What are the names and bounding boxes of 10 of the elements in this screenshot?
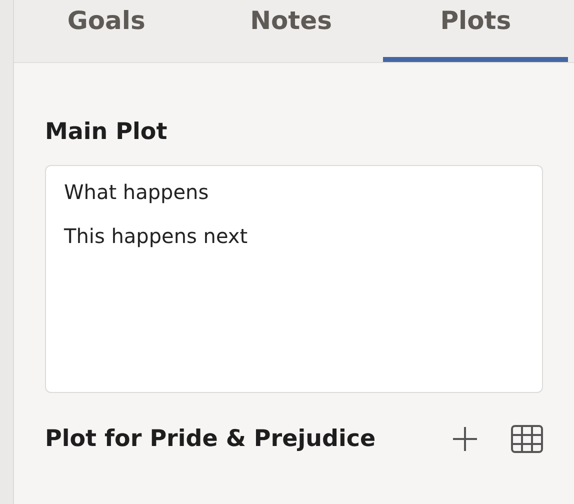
tab[interactable]: Plots (383, 0, 568, 62)
add-icon[interactable] (451, 425, 479, 453)
section-heading: Main Plot (45, 119, 168, 145)
plot-line: What happens (64, 180, 210, 204)
tab[interactable]: Notes (198, 0, 384, 62)
section-heading: Plot for Pride & Prejudice (45, 426, 377, 452)
grid-icon[interactable] (511, 425, 543, 453)
plot-line: This happens next (64, 224, 249, 248)
plot-text-area[interactable]: What happens This happens next (45, 165, 543, 393)
tab[interactable]: Goals (14, 0, 199, 62)
